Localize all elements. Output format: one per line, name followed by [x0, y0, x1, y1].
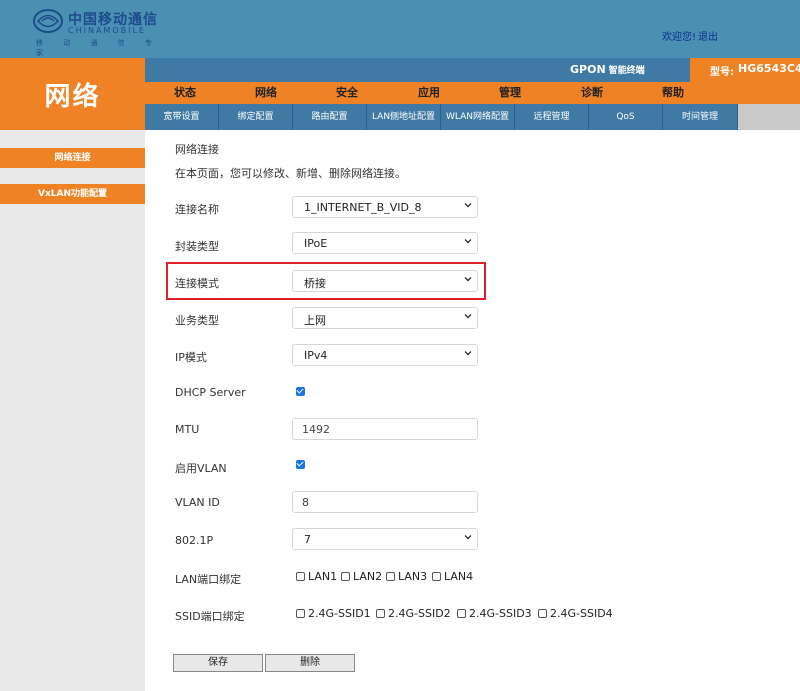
ssid1-label: 2.4G-SSID1 — [308, 607, 371, 620]
sidebar: 网络连接 VxLAN功能配置 — [0, 130, 145, 691]
model-label: 型号: — [710, 67, 734, 78]
model-strip: GPON 智能终端 型号: HG6543C4 — [145, 58, 800, 82]
brand-slogan: 移 动 通 信 专 家 — [36, 39, 161, 57]
ip-mode-select[interactable]: IPv4 — [292, 344, 478, 366]
sub-nav: 宽带设置 绑定配置 路由配置 LAN侧地址配置 WLAN网络配置 远程管理 Qo… — [145, 104, 800, 130]
tab-remote-management[interactable]: 远程管理 — [515, 104, 589, 130]
dot1p-label: 802.1P — [175, 534, 214, 547]
save-button[interactable]: 保存 — [173, 654, 263, 672]
lan1-label: LAN1 — [308, 570, 338, 583]
nav-status[interactable]: 状态 — [155, 82, 215, 104]
ip-mode-value: IPv4 — [304, 349, 328, 362]
vlan-id-label: VLAN ID — [175, 496, 220, 509]
chevron-down-icon — [464, 239, 472, 244]
sidebar-item-network-connection[interactable]: 网络连接 — [0, 148, 145, 168]
mtu-label: MTU — [175, 423, 200, 436]
vlan-id-value: 8 — [302, 496, 309, 509]
main-content: 网络连接 在本页面，您可以修改、新增、删除网络连接。 连接名称 1_INTERN… — [145, 130, 800, 691]
ssid3-checkbox[interactable] — [457, 609, 466, 618]
page-title: 网络连接 — [175, 143, 219, 156]
lan2-label: LAN2 — [353, 570, 383, 583]
dot1p-select[interactable]: 7 — [292, 528, 478, 550]
product-subtitle: 智能终端 — [608, 66, 645, 76]
encap-type-select[interactable]: IPoE — [292, 232, 478, 254]
ssid3-label: 2.4G-SSID3 — [469, 607, 532, 620]
section-header: 网络 — [0, 58, 145, 130]
main-nav: 状态 网络 安全 应用 管理 诊断 帮助 — [145, 82, 800, 104]
connection-name-label: 连接名称 — [175, 203, 219, 216]
vlan-id-input[interactable]: 8 — [292, 491, 478, 513]
chevron-down-icon — [464, 203, 472, 208]
encap-type-value: IPoE — [304, 237, 328, 250]
tab-qos[interactable]: QoS — [589, 104, 663, 130]
delete-button[interactable]: 删除 — [265, 654, 355, 672]
ssid2-checkbox[interactable] — [376, 609, 385, 618]
lan4-label: LAN4 — [444, 570, 474, 583]
page-description: 在本页面，您可以修改、新增、删除网络连接。 — [175, 167, 406, 180]
ip-mode-label: IP模式 — [175, 351, 207, 364]
tab-broadband-settings[interactable]: 宽带设置 — [145, 104, 219, 130]
encap-type-label: 封装类型 — [175, 240, 219, 253]
connection-name-select[interactable]: 1_INTERNET_B_VID_8 — [292, 196, 478, 218]
chevron-down-icon — [464, 277, 472, 282]
connection-name-value: 1_INTERNET_B_VID_8 — [304, 201, 422, 214]
brand-name-en: CHINAMOBILE — [68, 26, 146, 35]
logout-link[interactable]: 退出 — [698, 32, 718, 43]
model-value: HG6543C4 — [738, 62, 800, 75]
tab-routing-config[interactable]: 路由配置 — [293, 104, 367, 130]
china-mobile-logo-icon — [33, 9, 63, 33]
tab-wlan-config[interactable]: WLAN网络配置 — [441, 104, 515, 130]
connection-mode-value: 桥接 — [304, 277, 326, 290]
lan1-checkbox[interactable] — [296, 572, 305, 581]
welcome-area: 欢迎您! 退出 — [660, 28, 718, 43]
model-box: 型号: HG6543C4 — [690, 58, 800, 82]
nav-security[interactable]: 安全 — [317, 82, 377, 104]
product-type: GPON — [570, 63, 606, 76]
mtu-value: 1492 — [302, 423, 330, 436]
dhcp-server-label: DHCP Server — [175, 386, 246, 399]
lan-bind-label: LAN端口绑定 — [175, 573, 242, 586]
dhcp-server-checkbox[interactable] — [296, 387, 305, 396]
lan3-label: LAN3 — [398, 570, 428, 583]
connection-mode-select[interactable]: 桥接 — [292, 270, 478, 292]
china-mobile-logo: 中国移动通信 CHINAMOBILE 移 动 通 信 专 家 — [32, 6, 172, 57]
nav-network[interactable]: 网络 — [236, 82, 296, 104]
nav-help[interactable]: 帮助 — [643, 82, 703, 104]
tab-time-management[interactable]: 时间管理 — [663, 104, 738, 130]
service-type-label: 业务类型 — [175, 314, 219, 327]
ssid-bind-label: SSID端口绑定 — [175, 610, 245, 623]
nav-diagnostics[interactable]: 诊断 — [562, 82, 622, 104]
ssid4-label: 2.4G-SSID4 — [550, 607, 613, 620]
nav-management[interactable]: 管理 — [480, 82, 540, 104]
vlan-enable-label: 启用VLAN — [175, 462, 227, 475]
connection-mode-label: 连接模式 — [175, 277, 219, 290]
ssid4-checkbox[interactable] — [538, 609, 547, 618]
vlan-enable-checkbox[interactable] — [296, 460, 305, 469]
lan4-checkbox[interactable] — [432, 572, 441, 581]
mtu-input[interactable]: 1492 — [292, 418, 478, 440]
product-name: GPON 智能终端 — [570, 63, 645, 76]
section-title: 网络 — [44, 82, 101, 112]
ssid1-checkbox[interactable] — [296, 609, 305, 618]
chevron-down-icon — [464, 351, 472, 356]
chevron-down-icon — [464, 535, 472, 540]
tab-lan-address-config[interactable]: LAN侧地址配置 — [367, 104, 441, 130]
welcome-text: 欢迎您! — [661, 32, 696, 43]
service-type-select[interactable]: 上网 — [292, 307, 478, 329]
ssid2-label: 2.4G-SSID2 — [388, 607, 451, 620]
lan2-checkbox[interactable] — [341, 572, 350, 581]
chevron-down-icon — [464, 314, 472, 319]
lan3-checkbox[interactable] — [386, 572, 395, 581]
tab-binding-config[interactable]: 绑定配置 — [219, 104, 293, 130]
top-header: 中国移动通信 CHINAMOBILE 移 动 通 信 专 家 欢迎您! 退出 — [0, 0, 800, 58]
nav-applications[interactable]: 应用 — [399, 82, 459, 104]
sidebar-item-vxlan-config[interactable]: VxLAN功能配置 — [0, 184, 145, 204]
service-type-value: 上网 — [304, 314, 326, 327]
dot1p-value: 7 — [304, 533, 311, 546]
